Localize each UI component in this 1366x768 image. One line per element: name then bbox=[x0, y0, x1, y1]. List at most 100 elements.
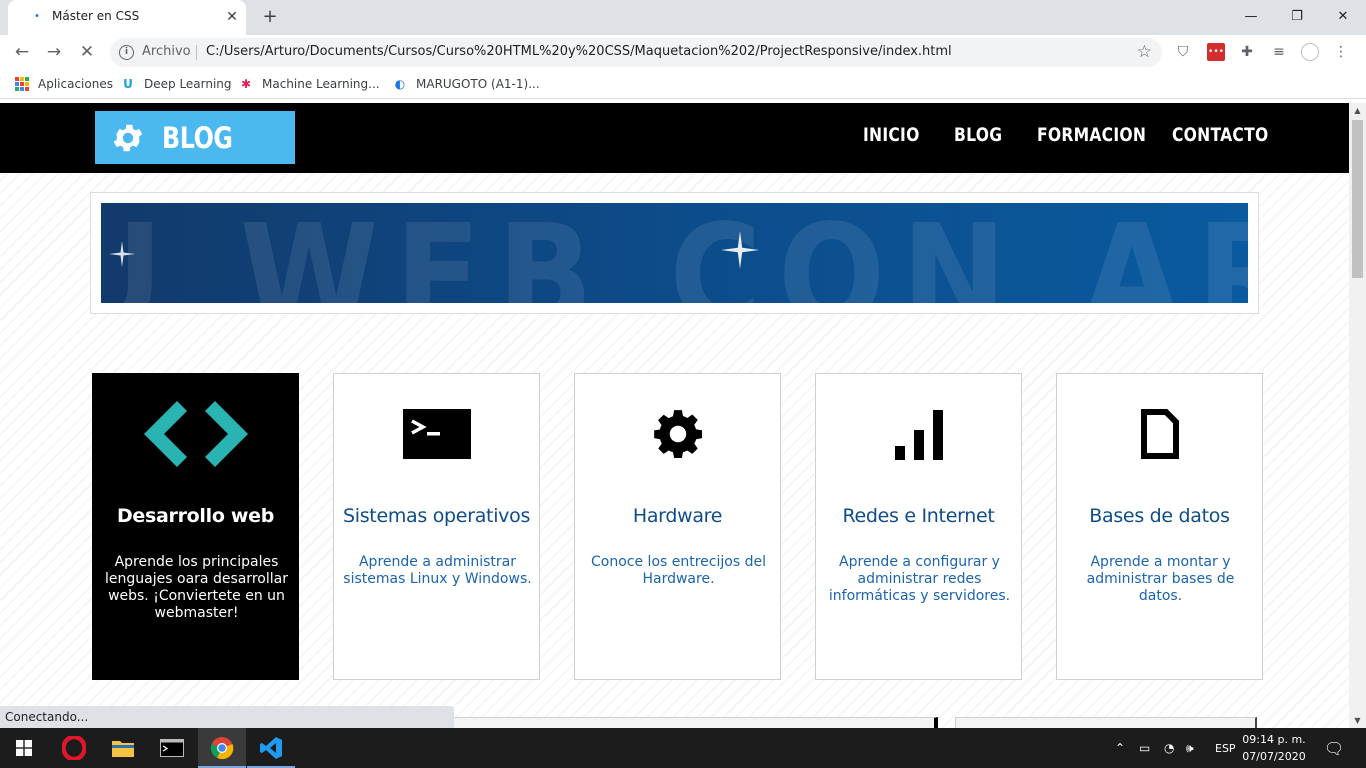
card-title: Redes e Internet bbox=[842, 505, 995, 527]
puzzle-extension-icon[interactable]: ✚ bbox=[1238, 43, 1256, 61]
card-description: Aprende a configurar y administrar redes… bbox=[828, 554, 1011, 604]
card-icon-wrap bbox=[334, 402, 539, 466]
vscode-icon bbox=[260, 737, 282, 759]
battery-icon[interactable]: ▭ bbox=[1139, 728, 1150, 768]
card-title: Sistemas operativos bbox=[342, 505, 531, 527]
page-scrollbar[interactable]: ▲ ▼ bbox=[1349, 103, 1366, 728]
tab-close-icon[interactable]: ✕ bbox=[224, 9, 240, 25]
minimize-button[interactable]: — bbox=[1228, 6, 1274, 28]
profile-avatar-icon[interactable] bbox=[1301, 43, 1319, 61]
logo-text: BLOG bbox=[162, 120, 233, 155]
banner-image: U WEB CON ART bbox=[101, 203, 1248, 303]
file-icon bbox=[1140, 409, 1179, 459]
media-control-icon[interactable]: ≡ bbox=[1270, 43, 1288, 61]
gear-icon bbox=[653, 410, 702, 459]
tab-active[interactable]: • Máster en CSS ✕ bbox=[8, 0, 246, 35]
system-clock[interactable]: 09:14 p. m. 07/07/2020 bbox=[1240, 731, 1308, 765]
chrome-icon bbox=[210, 737, 234, 760]
card-sistemas-operativos[interactable]: Sistemas operativos Aprende a administra… bbox=[333, 373, 540, 680]
next-section-block bbox=[454, 717, 938, 728]
card-bases-datos[interactable]: Bases de datos Aprende a montar y admini… bbox=[1056, 373, 1263, 680]
lastpass-extension-icon[interactable]: ••• bbox=[1207, 43, 1225, 61]
bookmark-star-icon[interactable]: ☆ bbox=[1137, 42, 1152, 62]
clock-time: 09:14 p. m. bbox=[1242, 733, 1306, 746]
bookmark-label: Machine Learning... bbox=[262, 77, 380, 91]
info-icon[interactable]: i bbox=[119, 45, 134, 60]
bookmark-apps[interactable]: Aplicaciones bbox=[14, 76, 113, 92]
card-desarrollo-web[interactable]: Desarrollo web Aprende los principales l… bbox=[92, 373, 299, 680]
clock-date: 07/07/2020 bbox=[1242, 750, 1306, 763]
gear-icon bbox=[113, 124, 143, 151]
menu-item-inicio[interactable]: INICIO bbox=[863, 124, 920, 146]
card-description: Aprende a administrar sistemas Linux y W… bbox=[343, 554, 532, 587]
sparkle-icon bbox=[721, 231, 759, 269]
tab-strip: • Máster en CSS ✕ + — ❐ ✕ bbox=[0, 0, 1366, 35]
folder-icon bbox=[112, 741, 134, 757]
back-arrow-icon[interactable]: ← bbox=[10, 40, 34, 64]
next-section-block bbox=[955, 717, 1257, 728]
sparkle-icon bbox=[109, 241, 135, 267]
card-icon-wrap bbox=[1057, 402, 1262, 466]
url-text[interactable]: C:/Users/Arturo/Documents/Cursos/Curso%2… bbox=[206, 44, 952, 59]
card-icon-wrap bbox=[816, 402, 1021, 466]
address-bar[interactable]: i Archivo C:/Users/Arturo/Documents/Curs… bbox=[110, 38, 1162, 67]
card-redes-internet[interactable]: Redes e Internet Aprende a configurar y … bbox=[815, 373, 1022, 680]
bookmark-marugoto[interactable]: ◐ MARUGOTO (A1-1)... bbox=[392, 76, 540, 92]
apps-grid-icon bbox=[14, 76, 30, 92]
marugoto-icon: ◐ bbox=[394, 77, 406, 91]
scrollbar-thumb[interactable] bbox=[1352, 120, 1363, 278]
card-description: Aprende a montar y administrar bases de … bbox=[1086, 554, 1235, 604]
taskbar-opera[interactable] bbox=[50, 728, 98, 768]
wifi-icon[interactable]: ◔ bbox=[1164, 728, 1174, 768]
terminal-icon bbox=[402, 409, 471, 459]
tray-chevron-icon[interactable]: ⌃ bbox=[1115, 728, 1125, 768]
kebab-menu-icon[interactable]: ⋮ bbox=[1332, 43, 1350, 61]
start-button[interactable] bbox=[0, 728, 48, 768]
taskbar-vscode[interactable] bbox=[247, 728, 295, 768]
banner-text: U WEB CON ART bbox=[101, 203, 1248, 303]
window-close-button[interactable]: ✕ bbox=[1320, 6, 1366, 28]
new-tab-button[interactable]: + bbox=[260, 7, 280, 27]
opera-icon bbox=[62, 736, 86, 760]
page-viewport: BLOG INICIO BLOG FORMACION CONTACTO U WE… bbox=[0, 103, 1349, 728]
windows-taskbar: ⌃ ▭ ◔ 🕪 ESP 09:14 p. m. 07/07/2020 🗨 bbox=[0, 728, 1366, 768]
card-title: Hardware bbox=[632, 505, 723, 527]
code-icon bbox=[143, 401, 248, 467]
card-title: Desarrollo web bbox=[116, 505, 275, 527]
language-indicator[interactable]: ESP bbox=[1215, 728, 1236, 768]
notification-icon[interactable]: 🗨 bbox=[1324, 728, 1344, 768]
scroll-up-icon[interactable]: ▲ bbox=[1353, 106, 1362, 115]
windows-logo-icon bbox=[16, 740, 32, 756]
site-logo[interactable]: BLOG bbox=[95, 111, 295, 164]
udacity-icon: U bbox=[123, 77, 133, 91]
browser-toolbar: ← → ✕ i Archivo C:/Users/Arturo/Document… bbox=[0, 35, 1366, 69]
menu-item-blog[interactable]: BLOG bbox=[954, 124, 1002, 146]
taskbar-file-explorer[interactable] bbox=[99, 728, 147, 768]
menu-item-formacion[interactable]: FORMACION bbox=[1037, 124, 1146, 146]
bookmark-label: Aplicaciones bbox=[38, 77, 113, 91]
stop-loading-icon[interactable]: ✕ bbox=[75, 40, 99, 64]
menu-item-contacto[interactable]: CONTACTO bbox=[1172, 124, 1268, 146]
tab-title: Máster en CSS bbox=[52, 9, 140, 23]
maximize-button[interactable]: ❐ bbox=[1274, 6, 1320, 28]
signal-bars-icon bbox=[894, 410, 943, 460]
card-icon-wrap bbox=[575, 402, 780, 466]
shield-extension-icon[interactable]: ⛉ bbox=[1174, 43, 1192, 61]
taskbar-terminal[interactable] bbox=[148, 728, 196, 768]
volume-icon[interactable]: 🕪 bbox=[1186, 728, 1194, 768]
slack-icon: ✱ bbox=[240, 77, 252, 91]
card-description: Aprende los principales lenguajes oara d… bbox=[105, 554, 288, 621]
card-hardware[interactable]: Hardware Conoce los entrecijos del Hardw… bbox=[574, 373, 781, 680]
bookmark-machine-learning[interactable]: ✱ Machine Learning... bbox=[238, 76, 380, 92]
terminal-icon bbox=[160, 739, 184, 757]
bookmark-label: Deep Learning bbox=[144, 77, 232, 91]
taskbar-chrome[interactable] bbox=[198, 728, 246, 768]
bookmark-deep-learning[interactable]: U Deep Learning bbox=[120, 76, 232, 92]
site-header: BLOG INICIO BLOG FORMACION CONTACTO bbox=[0, 103, 1349, 173]
card-icon-wrap bbox=[93, 401, 298, 467]
card-description: Conoce los entrecijos del Hardware. bbox=[591, 554, 766, 587]
bookmark-label: MARUGOTO (A1-1)... bbox=[416, 77, 540, 91]
scroll-down-icon[interactable]: ▼ bbox=[1353, 716, 1362, 725]
forward-arrow-icon[interactable]: → bbox=[42, 40, 66, 64]
banner-frame: U WEB CON ART bbox=[90, 192, 1259, 314]
